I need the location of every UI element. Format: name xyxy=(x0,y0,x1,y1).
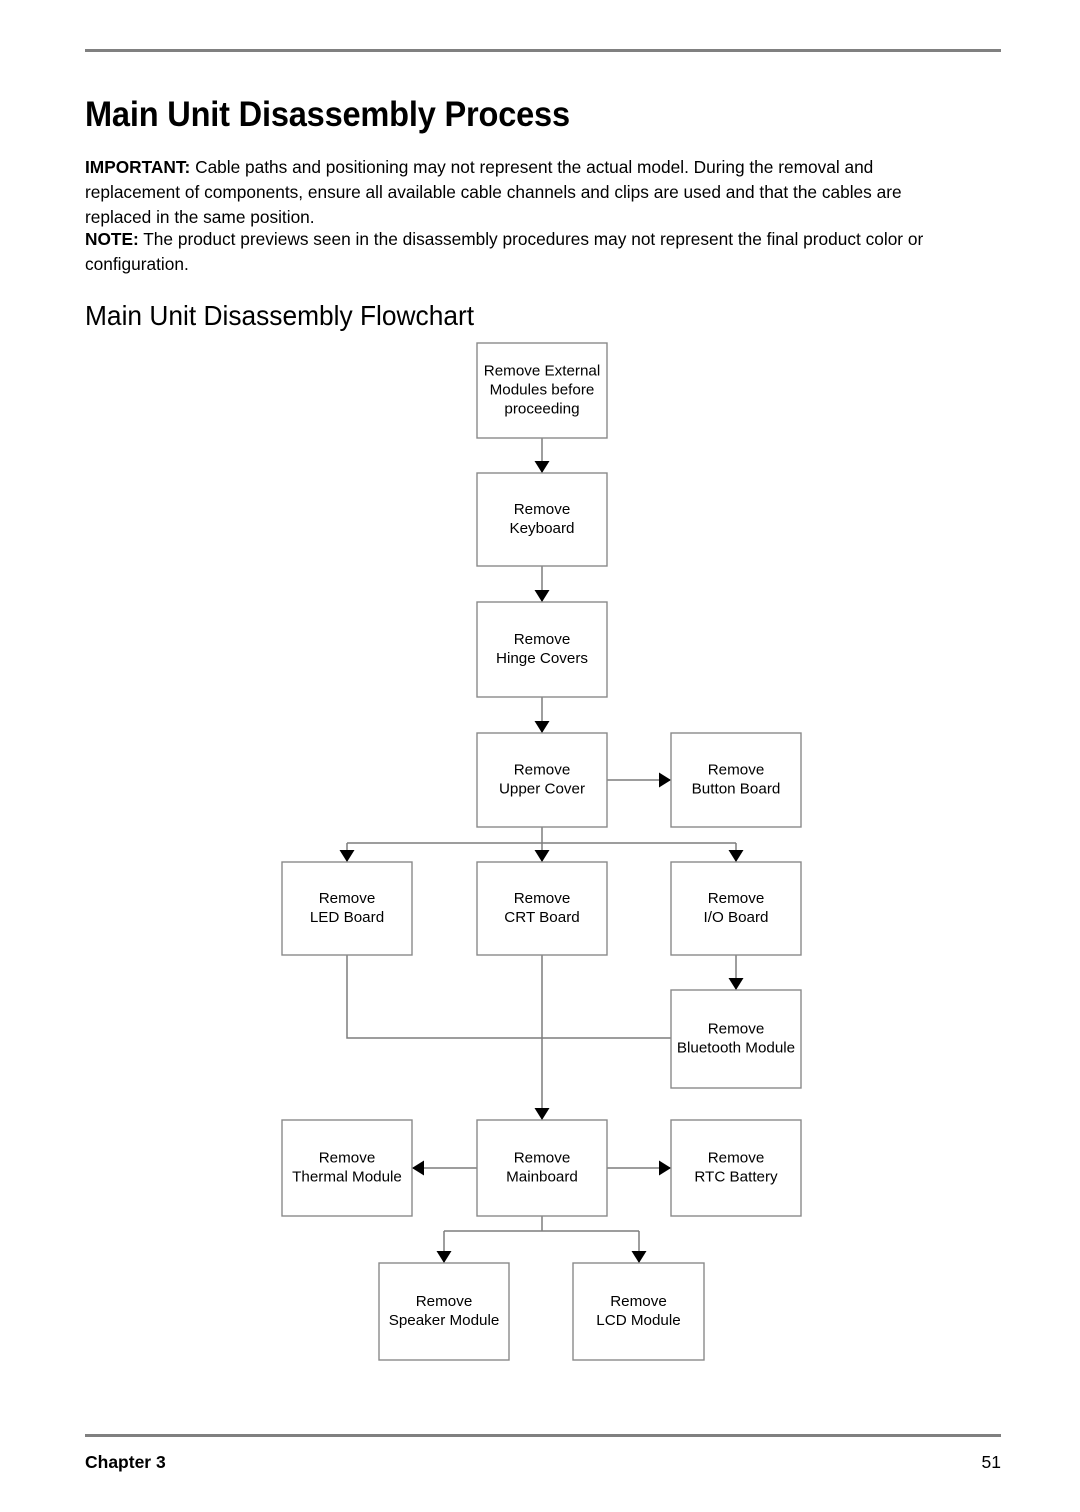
flowchart-canvas: Remove ExternalModules beforeproceedingR… xyxy=(281,342,802,1361)
flow-node-label-thermal: Thermal Module xyxy=(292,1169,402,1186)
flow-node-label-external: Remove External xyxy=(484,363,601,380)
flow-node-label-led: Remove xyxy=(319,890,376,907)
flow-node-label-io: Remove xyxy=(708,890,765,907)
flow-node-label-crt: CRT Board xyxy=(504,909,579,926)
flow-node-keyboard: Remove Keyboard xyxy=(476,472,608,567)
disassembly-flowchart: Remove External Modules before proceeding R… xyxy=(0,0,1080,1420)
flow-node-crt: Remove CRT Board xyxy=(476,861,608,956)
arrowhead-mainboard-thermal xyxy=(412,1160,424,1176)
flow-node-label-bluetooth: Remove xyxy=(708,1021,765,1038)
connector-led-bluetooth xyxy=(346,955,671,1039)
flow-node-label-external: proceeding xyxy=(504,401,579,418)
flow-node-label-external: Modules before xyxy=(490,382,595,399)
flow-node-label-mainboard: Mainboard xyxy=(506,1169,578,1186)
flow-node-label-keyboard: Remove xyxy=(514,501,571,518)
flow-node-label-hinge: Remove xyxy=(514,631,571,648)
flow-node-label-crt: Remove xyxy=(514,890,571,907)
arrowhead-bus-io xyxy=(728,850,744,862)
flow-node-rtc: Remove RTC Battery xyxy=(670,1119,802,1217)
flow-node-label-keyboard: Keyboard xyxy=(509,520,574,537)
flow-node-label-mainboard: Remove xyxy=(514,1150,571,1167)
flow-node-label-speaker: Remove xyxy=(416,1293,473,1310)
arrowhead-hinge-upper xyxy=(534,721,550,733)
flow-node-label-led: LED Board xyxy=(310,909,384,926)
footer-page-number: 51 xyxy=(981,1452,1001,1472)
flow-node-label-button: Remove xyxy=(708,762,765,779)
flow-node-label-hinge: Hinge Covers xyxy=(496,650,588,667)
flow-node-upper: Remove Upper Cover xyxy=(476,732,608,828)
flow-node-lcd: Remove LCD Module xyxy=(572,1262,705,1361)
footer-rule xyxy=(85,1434,1001,1437)
arrowhead-bus2-lcd xyxy=(631,1251,647,1263)
flow-node-label-speaker: Speaker Module xyxy=(389,1312,500,1329)
arrowhead-upper-button xyxy=(659,772,671,788)
flow-node-label-lcd: Remove xyxy=(610,1293,667,1310)
flow-node-led: Remove LED Board xyxy=(281,861,413,956)
document-page: Main Unit Disassembly Process IMPORTANT:… xyxy=(0,0,1080,1512)
arrowhead-crt-mainboard xyxy=(534,1108,550,1120)
flow-node-speaker: Remove Speaker Module xyxy=(378,1262,510,1361)
flow-node-external: Remove External Modules before proceeding xyxy=(476,342,608,439)
flow-node-button: Remove Button Board xyxy=(670,732,802,828)
arrowhead-bus-crt xyxy=(534,850,550,862)
footer-chapter: Chapter 3 xyxy=(85,1452,166,1472)
arrowhead-io-bluetooth xyxy=(728,978,744,990)
flow-node-io: Remove I/O Board xyxy=(670,861,802,956)
flow-node-label-bluetooth: Bluetooth Module xyxy=(677,1040,795,1057)
arrowhead-bus2-speaker xyxy=(436,1251,452,1263)
flow-node-label-upper: Upper Cover xyxy=(499,781,585,798)
flow-node-label-button: Button Board xyxy=(692,781,781,798)
flow-node-label-rtc: Remove xyxy=(708,1150,765,1167)
flow-node-mainboard: Remove Mainboard xyxy=(476,1119,608,1217)
flow-node-label-thermal: Remove xyxy=(319,1150,376,1167)
arrowhead-bus-led xyxy=(339,850,355,862)
arrowhead-external-keyboard xyxy=(534,461,550,473)
arrowhead-mainboard-rtc xyxy=(659,1160,671,1176)
flow-node-bluetooth: Remove Bluetooth Module xyxy=(670,989,802,1089)
flow-node-label-io: I/O Board xyxy=(704,909,769,926)
flow-node-thermal: Remove Thermal Module xyxy=(281,1119,413,1217)
flow-node-label-lcd: LCD Module xyxy=(596,1312,680,1329)
flow-node-label-rtc: RTC Battery xyxy=(694,1169,778,1186)
flow-node-hinge: Remove Hinge Covers xyxy=(476,601,608,698)
arrowhead-keyboard-hinge xyxy=(534,590,550,602)
flow-node-label-upper: Remove xyxy=(514,762,571,779)
